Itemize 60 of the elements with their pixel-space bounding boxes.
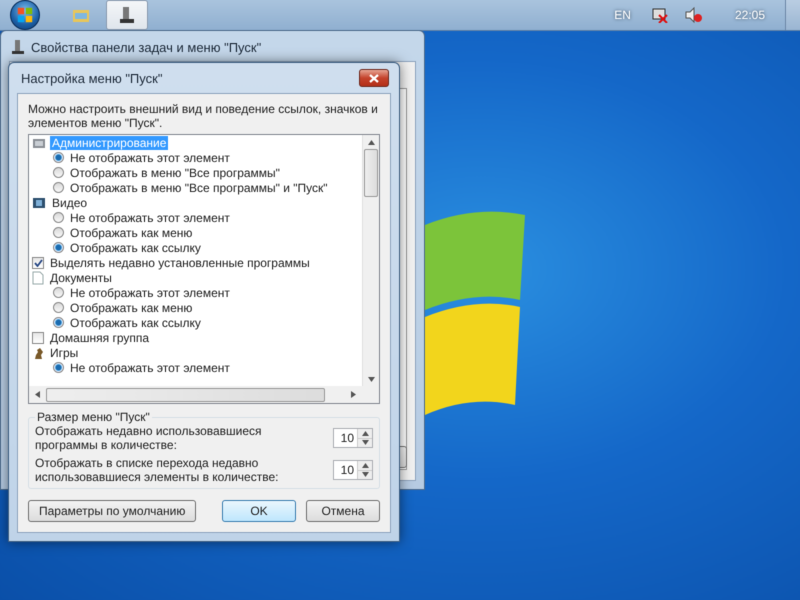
group-title: Размер меню "Пуск" [36,410,151,424]
group-label[interactable]: Видео [50,196,90,210]
close-icon [369,74,379,82]
option-label[interactable]: Отображать как меню [68,226,194,240]
option-label[interactable]: Не отображать этот элемент [68,150,232,164]
ok-button[interactable]: OK [222,500,296,522]
radio-button[interactable] [53,212,64,223]
spin-down-icon[interactable] [362,440,368,446]
group-label[interactable]: Документы [48,270,114,284]
taskbar-button[interactable] [106,0,148,30]
spin-up-icon[interactable] [362,462,368,468]
network-disconnected-icon[interactable] [650,7,669,23]
option-label[interactable]: Не отображать этот элемент [68,210,232,224]
defaults-button[interactable]: Параметры по умолчанию [28,500,196,522]
spin-down-icon[interactable] [362,472,368,478]
group-label[interactable]: Игры [48,346,80,360]
checkbox[interactable] [32,332,44,344]
option-label[interactable]: Домашняя группа [48,330,152,344]
dialog-title: Настройка меню "Пуск" [20,70,162,86]
radio-button[interactable] [53,287,64,298]
window-title: Свойства панели задач и меню "Пуск" [31,40,262,55]
scroll-up-icon[interactable] [368,140,374,144]
windows-logo-icon [17,7,33,23]
radio-button[interactable] [53,182,64,193]
radio-button[interactable] [53,362,64,373]
radio-button[interactable] [53,302,64,313]
radio-button[interactable] [53,167,64,178]
scrollbar-thumb[interactable] [46,388,325,402]
setting-label: Отображать недавно использовавшиеся программы в количестве: [35,424,263,452]
number-spinner[interactable]: 10 [333,428,373,448]
scrollbar-thumb[interactable] [364,149,378,197]
description-text: Можно настроить внешний вид и поведение ссылок, значков и элементов меню "Пуск". [28,102,379,130]
checkbox[interactable] [32,256,44,268]
option-label[interactable]: Выделять недавно установленные программы [48,256,312,270]
option-label[interactable]: Не отображать этот элемент [68,360,232,374]
radio-button[interactable] [53,227,64,238]
spin-up-icon[interactable] [362,430,368,436]
radio-button[interactable] [53,242,64,253]
cancel-button[interactable]: Отмена [306,500,380,522]
scroll-down-icon[interactable] [368,376,374,382]
horizontal-scrollbar[interactable] [29,386,362,403]
setting-label: Отображать в списке перехода недавно использовавшиеся элементы в количестве: [35,456,280,484]
radio-button[interactable] [53,152,64,163]
vertical-scrollbar[interactable] [362,135,379,386]
scroll-left-icon[interactable] [35,391,40,398]
scroll-right-icon[interactable] [351,391,356,398]
chess-piece-icon [32,346,44,360]
option-label[interactable]: Отображать в меню "Все программы" и "Пуск" [68,180,330,194]
option-label[interactable]: Отображать как ссылку [68,240,203,254]
start-button[interactable] [10,0,40,30]
radio-button[interactable] [53,317,64,328]
option-label[interactable]: Отображать как меню [68,300,194,314]
option-label[interactable]: Отображать как ссылку [68,316,203,330]
speaker-muted-icon[interactable] [684,7,703,23]
option-label[interactable]: Не отображать этот элемент [68,286,232,300]
document-icon [32,270,44,284]
folder-icon [72,7,90,23]
close-button[interactable] [359,69,389,87]
number-spinner[interactable]: 10 [333,460,373,480]
option-label[interactable]: Отображать в меню "Все программы" [68,166,282,180]
